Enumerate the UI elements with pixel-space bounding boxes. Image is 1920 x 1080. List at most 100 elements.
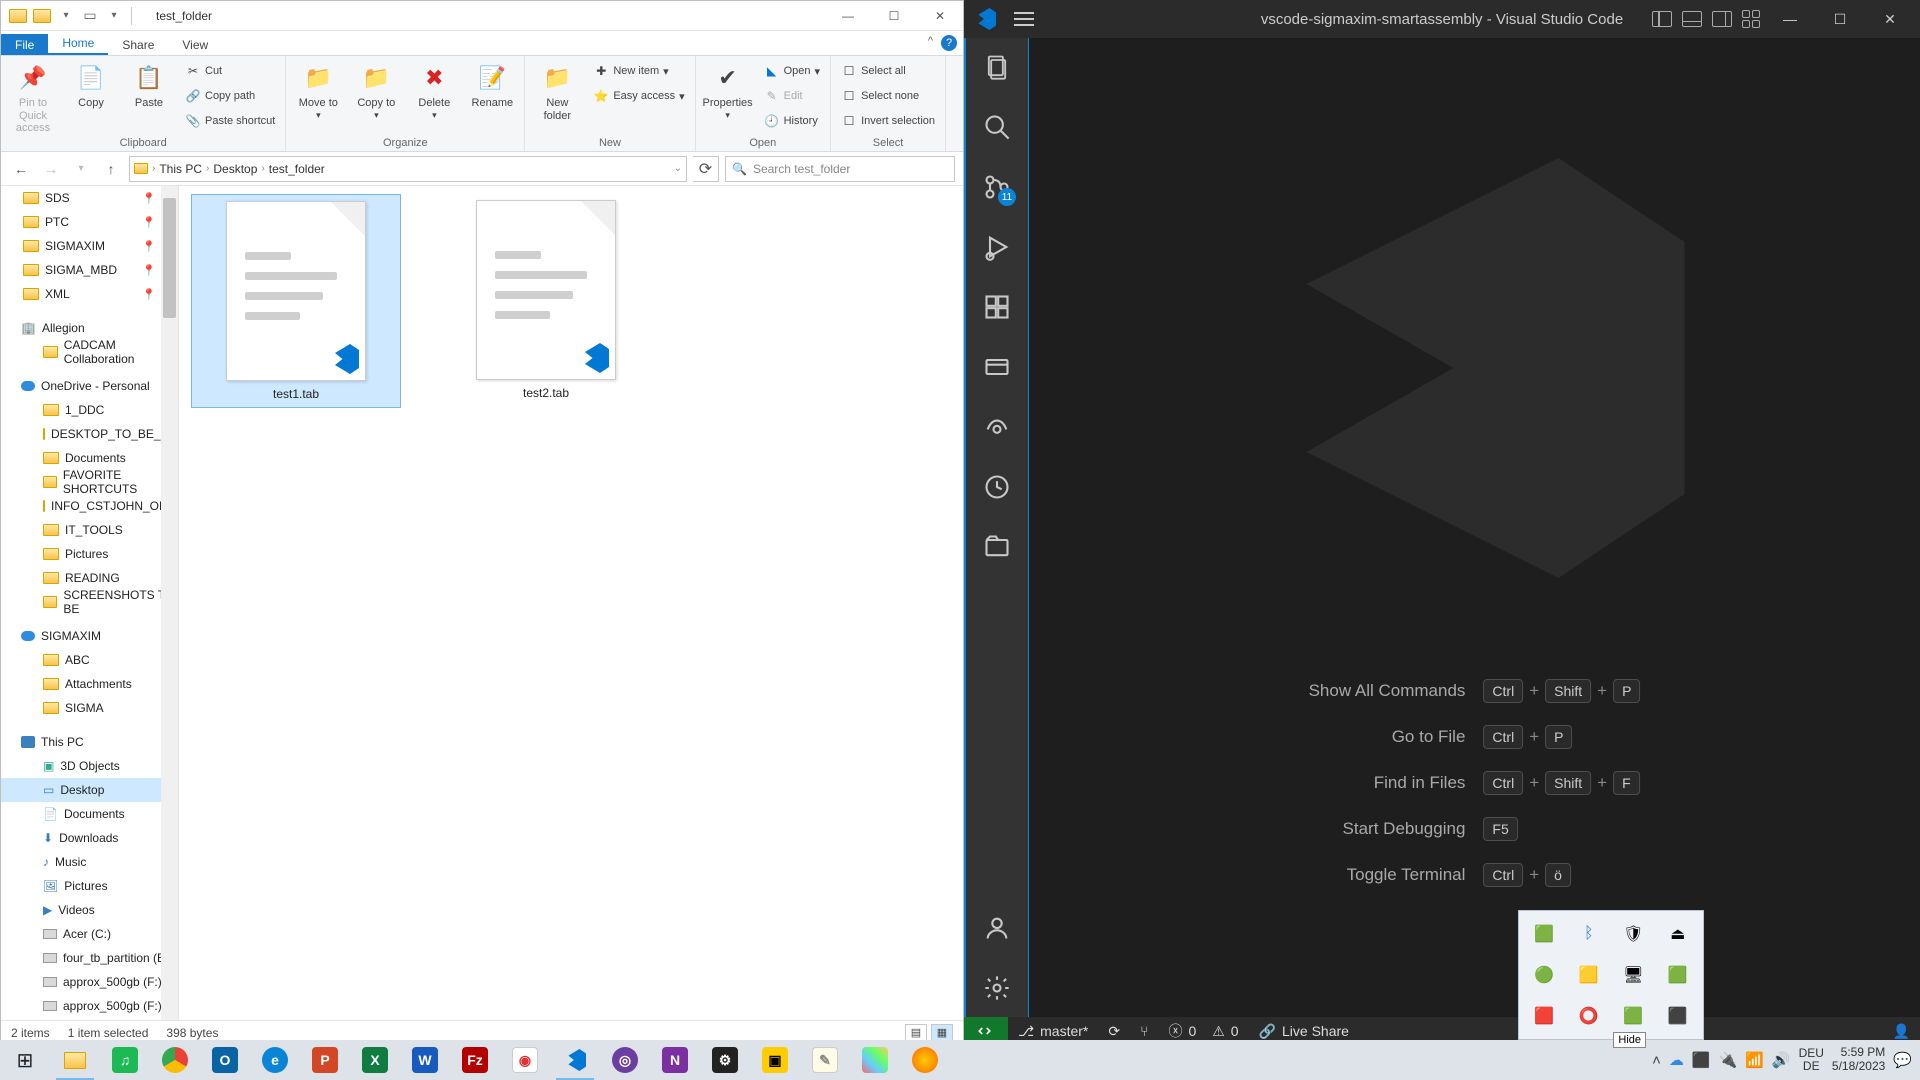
paste-shortcut-button[interactable]: 📎Paste shortcut bbox=[181, 110, 279, 132]
settings-button[interactable] bbox=[982, 973, 1012, 1003]
volume-tray-icon[interactable]: 🔊 bbox=[1772, 1051, 1791, 1069]
rename-button[interactable]: 📝Rename bbox=[466, 60, 518, 110]
tray-app-icon[interactable]: 🟩 bbox=[1525, 917, 1564, 952]
nav-group-thispc[interactable]: This PC bbox=[1, 730, 178, 754]
close-button[interactable]: ✕ bbox=[917, 1, 963, 31]
view-large-button[interactable]: ▦ bbox=[931, 1024, 953, 1042]
edit-button[interactable]: ✎Edit bbox=[760, 85, 824, 107]
taskbar-edge[interactable]: e bbox=[250, 1040, 300, 1080]
nav-item[interactable]: ▶Videos bbox=[1, 898, 178, 922]
breadcrumb-folder[interactable]: test_folder bbox=[269, 162, 325, 176]
taskbar-excel[interactable]: X bbox=[350, 1040, 400, 1080]
refresh-button[interactable]: ⟳ bbox=[693, 156, 719, 182]
taskbar-spotify[interactable]: ♫ bbox=[100, 1040, 150, 1080]
onedrive-tray-icon[interactable]: ☁ bbox=[1669, 1051, 1684, 1069]
taskbar-app[interactable] bbox=[850, 1040, 900, 1080]
nav-item[interactable]: Pictures bbox=[1, 542, 178, 566]
tray-eject-icon[interactable]: ⏏ bbox=[1659, 917, 1698, 952]
accounts-button[interactable] bbox=[982, 913, 1012, 943]
taskbar-app[interactable]: ◎ bbox=[600, 1040, 650, 1080]
paste-button[interactable]: 📋 Paste bbox=[123, 60, 175, 110]
clock[interactable]: 5:59 PM 5/18/2023 bbox=[1832, 1046, 1885, 1074]
qat-more-icon[interactable]: ▾ bbox=[103, 5, 125, 27]
taskbar-powerpoint[interactable]: P bbox=[300, 1040, 350, 1080]
nav-forward-button[interactable]: → bbox=[39, 157, 63, 181]
nav-item[interactable]: approx_500gb (F:) bbox=[1, 994, 178, 1018]
explorer-view-button[interactable] bbox=[982, 52, 1012, 82]
new-folder-button[interactable]: 📁New folder bbox=[531, 60, 583, 122]
tab-view[interactable]: View bbox=[168, 34, 222, 55]
nav-item[interactable]: ♪Music bbox=[1, 850, 178, 874]
tray-app-icon[interactable]: 🟩 bbox=[1659, 958, 1698, 993]
taskbar-app[interactable]: ▣ bbox=[750, 1040, 800, 1080]
nav-item[interactable]: PTC📍 bbox=[1, 210, 178, 234]
file-list[interactable]: test1.tab test2.tab bbox=[179, 186, 963, 1020]
sync-button[interactable]: ⟳ bbox=[1098, 1023, 1130, 1040]
pin-quick-access-button[interactable]: 📌 Pin to Quick access bbox=[7, 60, 59, 135]
tray-app-icon[interactable]: 🖥 bbox=[1614, 958, 1653, 993]
help-icon[interactable]: ? bbox=[941, 35, 957, 51]
problems-button[interactable]: ⓧ0 ⚠0 bbox=[1159, 1021, 1249, 1041]
nav-group-sigmaxim[interactable]: SIGMAXIM bbox=[1, 624, 178, 648]
copy-button[interactable]: 📄 Copy bbox=[65, 60, 117, 110]
source-control-button[interactable]: 11 bbox=[982, 172, 1012, 202]
tab-file[interactable]: File bbox=[1, 34, 48, 55]
invert-selection-button[interactable]: ☐Invert selection bbox=[837, 110, 939, 132]
nav-recent-button[interactable]: ▾ bbox=[69, 157, 93, 181]
nav-item-desktop[interactable]: ▭Desktop bbox=[1, 778, 178, 802]
remote-explorer-button[interactable] bbox=[982, 352, 1012, 382]
view-details-button[interactable]: ▤ bbox=[905, 1024, 927, 1042]
nav-item[interactable]: FAVORITE SHORTCUTS bbox=[1, 470, 178, 494]
breadcrumb-desktop[interactable]: Desktop bbox=[213, 162, 257, 176]
breadcrumb-thispc[interactable]: This PC bbox=[159, 162, 202, 176]
nav-item[interactable]: SIGMA bbox=[1, 696, 178, 720]
nav-item[interactable]: Attachments bbox=[1, 672, 178, 696]
nav-item[interactable]: ▣3D Objects bbox=[1, 754, 178, 778]
tray-bluetooth-icon[interactable]: ᛒ bbox=[1570, 917, 1609, 952]
maximize-button[interactable]: ☐ bbox=[1820, 11, 1860, 28]
minimize-button[interactable]: — bbox=[1770, 11, 1810, 27]
nav-item[interactable]: SDS📍 bbox=[1, 186, 178, 210]
toggle-primary-sidebar-button[interactable] bbox=[1652, 11, 1672, 27]
chevron-right-icon[interactable]: › bbox=[261, 163, 264, 174]
search-input[interactable]: 🔍 Search test_folder bbox=[725, 156, 955, 182]
close-button[interactable]: ✕ bbox=[1870, 11, 1910, 28]
navigation-pane[interactable]: SDS📍 PTC📍 SIGMAXIM📍 SIGMA_MBD📍 XML📍 🏢All… bbox=[1, 186, 179, 1020]
language-indicator[interactable]: DEU DE bbox=[1799, 1047, 1824, 1073]
nav-item[interactable]: 🖼Pictures bbox=[1, 874, 178, 898]
timeline-button[interactable] bbox=[982, 472, 1012, 502]
wifi-tray-icon[interactable]: 📶 bbox=[1745, 1051, 1764, 1069]
taskbar-onenote[interactable]: N bbox=[650, 1040, 700, 1080]
file-tile[interactable]: test1.tab bbox=[191, 194, 401, 408]
power-tray-icon[interactable]: 🔌 bbox=[1719, 1051, 1738, 1069]
extensions-button[interactable] bbox=[982, 292, 1012, 322]
nav-scrollbar[interactable] bbox=[161, 186, 178, 1020]
taskbar-word[interactable]: W bbox=[400, 1040, 450, 1080]
address-bar[interactable]: › This PC › Desktop › test_folder ⌄ bbox=[129, 156, 687, 182]
nav-item[interactable]: ABC bbox=[1, 648, 178, 672]
vscode-titlebar[interactable]: vscode-sigmaxim-smartassembly - Visual S… bbox=[964, 0, 1920, 38]
taskbar-filezilla[interactable]: Fz bbox=[450, 1040, 500, 1080]
qat-dropdown-icon[interactable]: ▾ bbox=[55, 5, 77, 27]
gitlens-button[interactable] bbox=[982, 412, 1012, 442]
tray-overflow-button[interactable]: ˄ bbox=[1652, 1052, 1661, 1069]
properties-icon[interactable]: ▭ bbox=[79, 5, 101, 27]
new-item-button[interactable]: ✚New item ▾ bbox=[589, 60, 688, 82]
menu-button[interactable] bbox=[1014, 12, 1034, 26]
editor-area[interactable]: Show All Commands Ctrl+Shift+P Go to Fil… bbox=[1028, 38, 1920, 1017]
tray-app-icon[interactable]: 🟥 bbox=[1525, 998, 1564, 1033]
tray-app-icon[interactable]: ⬛ bbox=[1659, 998, 1698, 1033]
taskbar-app[interactable]: ◉ bbox=[500, 1040, 550, 1080]
tray-icon[interactable]: ⬛ bbox=[1692, 1051, 1711, 1069]
maximize-button[interactable]: ☐ bbox=[871, 1, 917, 31]
copy-path-button[interactable]: 🔗Copy path bbox=[181, 85, 279, 107]
nav-item[interactable]: ⬇Downloads bbox=[1, 826, 178, 850]
project-manager-button[interactable] bbox=[982, 532, 1012, 562]
customize-layout-button[interactable] bbox=[1742, 10, 1760, 28]
tab-share[interactable]: Share bbox=[108, 34, 168, 55]
nav-item[interactable]: DESKTOP_TO_BE_SORT bbox=[1, 422, 178, 446]
git-graph-button[interactable]: ⑂ bbox=[1130, 1023, 1158, 1039]
tray-app-icon[interactable]: 🟢 bbox=[1525, 958, 1564, 993]
copy-to-button[interactable]: 📁Copy to▾ bbox=[350, 60, 402, 120]
nav-back-button[interactable]: ← bbox=[9, 157, 33, 181]
